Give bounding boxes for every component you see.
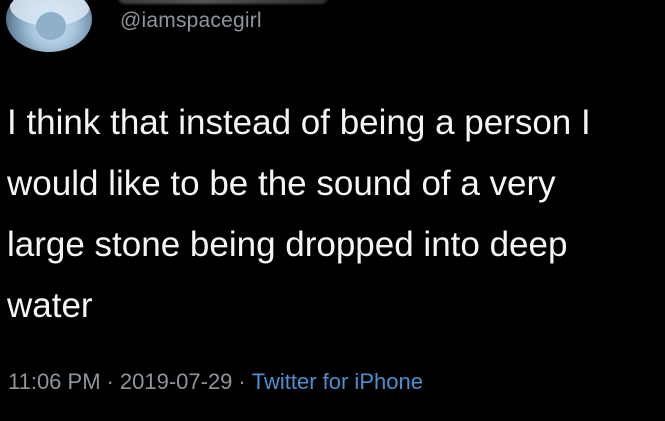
- tweet-text-line: large stone being dropped into deep: [7, 225, 568, 264]
- meta-separator: ·: [238, 369, 246, 394]
- tweet-text: I think that instead of being a person I…: [7, 92, 657, 336]
- user-handle[interactable]: @iamspacegirl: [120, 9, 262, 33]
- meta-separator: ·: [106, 369, 114, 394]
- avatar[interactable]: [6, 0, 92, 52]
- avatar-face: [36, 12, 66, 40]
- tweet-date[interactable]: 2019-07-29: [120, 369, 233, 394]
- tweet-meta: 11:06 PM · 2019-07-29 · Twitter for iPhone: [8, 369, 423, 395]
- tweet-time[interactable]: 11:06 PM: [8, 369, 101, 394]
- tweet-card: @iamspacegirl I think that instead of be…: [0, 0, 665, 421]
- tweet-source-link[interactable]: Twitter for iPhone: [252, 369, 423, 394]
- tweet-text-line: would like to be the sound of a very: [7, 164, 556, 203]
- tweet-text-line: I think that instead of being a person I: [7, 103, 591, 142]
- display-name-cropped[interactable]: [118, 0, 328, 4]
- tweet-text-line: water: [7, 286, 93, 325]
